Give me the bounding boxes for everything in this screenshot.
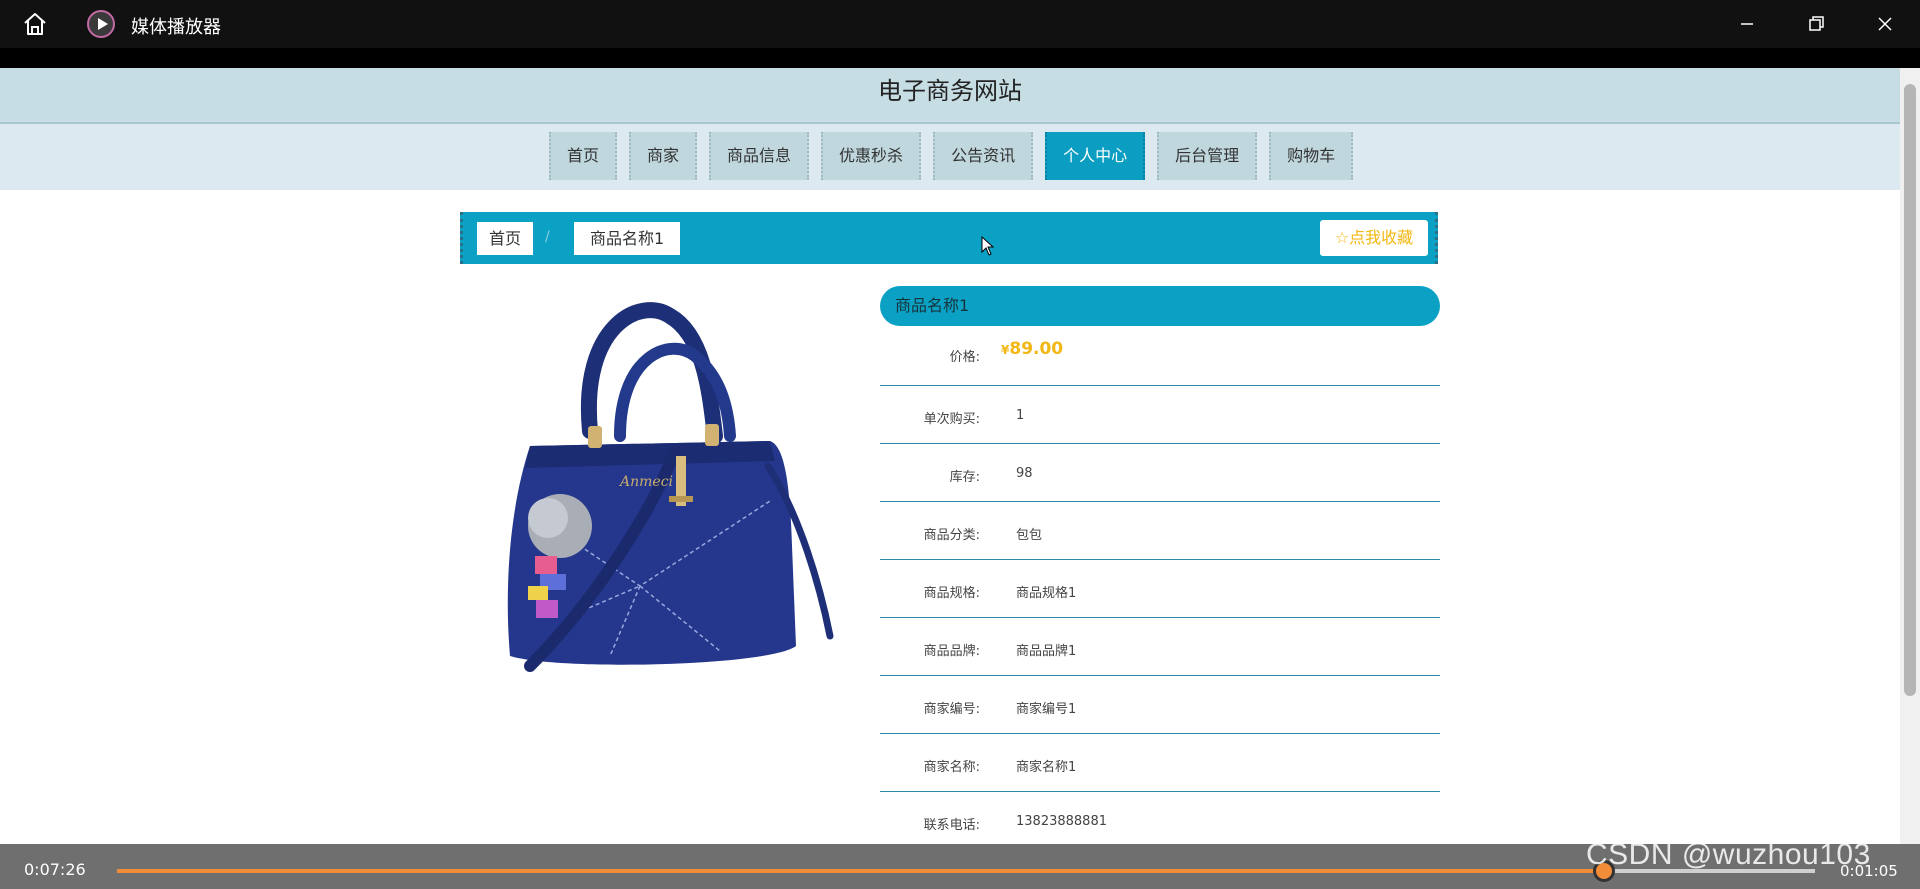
nav-item-news[interactable]: 公告资讯 <box>933 132 1034 180</box>
site-header: 电子商务网站 <box>0 68 1900 124</box>
svg-text:Anmeci: Anmeci <box>618 474 673 490</box>
detail-row: 联系电话: 13823888881 <box>880 792 1440 850</box>
price-label: 价格: <box>949 350 980 365</box>
minimize-button[interactable] <box>1733 10 1761 38</box>
detail-row: 商家名称: 商家名称1 <box>880 734 1440 792</box>
detail-label: 商家编号: <box>923 702 980 717</box>
detail-value: 商品品牌1 <box>1016 644 1077 659</box>
mouse-cursor-icon <box>981 236 995 256</box>
product-details: 商品名称1 价格: ¥89.00 单次购买: 1 库存: 98 商品分类: 包包… <box>880 286 1440 850</box>
nav-item-home[interactable]: 首页 <box>549 132 618 180</box>
detail-label: 商家名称: <box>923 760 980 775</box>
detail-label: 联系电话: <box>923 818 980 833</box>
nav-item-merchants[interactable]: 商家 <box>629 132 698 180</box>
home-icon[interactable] <box>22 11 48 37</box>
title-bar: 媒体播放器 <box>0 0 1920 48</box>
product-name-header: 商品名称1 <box>880 286 1440 326</box>
breadcrumb-home[interactable]: 首页 <box>477 222 534 255</box>
detail-row: 库存: 98 <box>880 444 1440 502</box>
nav-item-admin[interactable]: 后台管理 <box>1157 132 1258 180</box>
price-value: ¥89.00 <box>1001 339 1063 359</box>
detail-row: 商品规格: 商品规格1 <box>880 560 1440 618</box>
detail-row: 商家编号: 商家编号1 <box>880 676 1440 734</box>
detail-label: 商品分类: <box>923 528 980 543</box>
nav-items: 首页 商家 商品信息 优惠秒杀 公告资讯 个人中心 后台管理 购物车 <box>549 132 1365 180</box>
nav-item-flash-sale[interactable]: 优惠秒杀 <box>821 132 922 180</box>
detail-row-price: 价格: ¥89.00 <box>880 326 1440 386</box>
detail-label: 库存: <box>949 470 980 485</box>
video-letterbox <box>0 48 1920 68</box>
page-scrollbar[interactable] <box>1900 68 1920 844</box>
detail-row: 单次购买: 1 <box>880 386 1440 444</box>
detail-value: 98 <box>1016 466 1033 481</box>
detail-row: 商品品牌: 商品品牌1 <box>880 618 1440 676</box>
close-button[interactable] <box>1871 10 1899 38</box>
detail-value: 包包 <box>1016 528 1043 543</box>
site-title: 电子商务网站 <box>878 77 1022 105</box>
watermark: CSDN @wuzhou103 <box>1586 838 1871 871</box>
favorite-label: 点我收藏 <box>1349 228 1414 247</box>
breadcrumb: 首页 / 商品名称1 ☆点我收藏 <box>460 212 1438 264</box>
scrollbar-thumb[interactable] <box>1904 84 1916 696</box>
detail-value: 商品规格1 <box>1016 586 1077 601</box>
product-image: Anmeci <box>507 302 834 672</box>
current-time: 0:07:26 <box>24 860 86 879</box>
detail-row: 商品分类: 包包 <box>880 502 1440 560</box>
restore-button[interactable] <box>1802 10 1830 38</box>
media-player-icon <box>87 10 115 38</box>
breadcrumb-separator: / <box>545 229 550 245</box>
detail-value: 商家名称1 <box>1016 760 1077 775</box>
nav-item-personal-center[interactable]: 个人中心 <box>1045 132 1146 180</box>
detail-label: 单次购买: <box>923 412 980 427</box>
detail-value: 13823888881 <box>1016 814 1107 829</box>
detail-value: 1 <box>1016 408 1025 423</box>
favorite-button[interactable]: ☆点我收藏 <box>1320 220 1428 256</box>
nav-item-cart[interactable]: 购物车 <box>1269 132 1354 180</box>
seek-bar-progress <box>117 869 1604 873</box>
seek-bar[interactable] <box>117 869 1815 873</box>
price-amount: 89.00 <box>1009 339 1064 359</box>
detail-label: 商品品牌: <box>923 644 980 659</box>
detail-label: 商品规格: <box>923 586 980 601</box>
app-title: 媒体播放器 <box>131 17 221 38</box>
main-nav: 首页 商家 商品信息 优惠秒杀 公告资讯 个人中心 后台管理 购物车 <box>0 124 1900 190</box>
detail-value: 商家编号1 <box>1016 702 1077 717</box>
breadcrumb-current: 商品名称1 <box>574 222 681 255</box>
nav-item-products[interactable]: 商品信息 <box>709 132 810 180</box>
star-outline-icon: ☆ <box>1334 228 1350 247</box>
